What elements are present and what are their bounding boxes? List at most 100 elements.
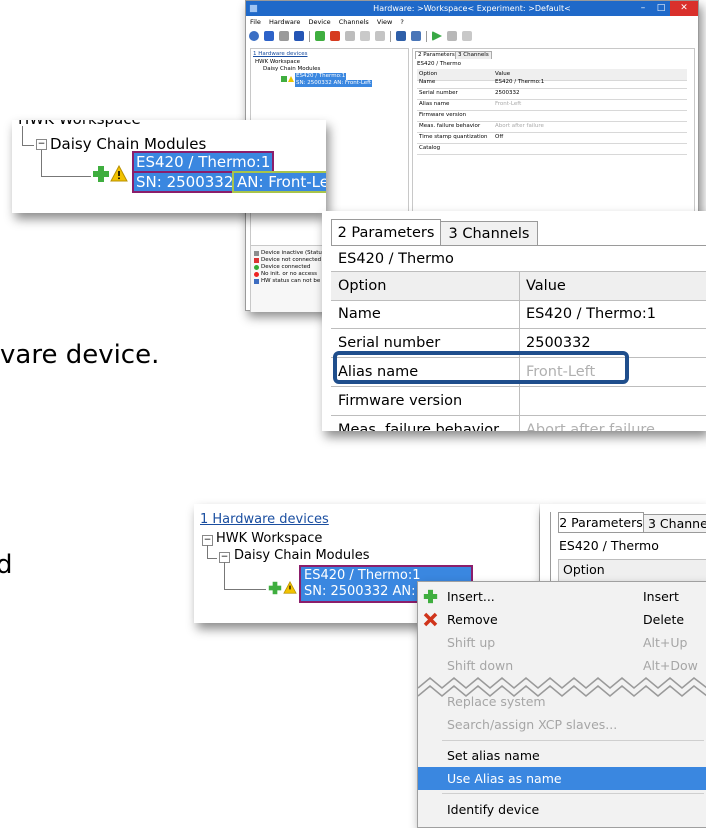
menu-device[interactable]: Device [308, 18, 330, 26]
row-value: Abort after failure [526, 422, 655, 431]
zoomed-tree: HWK Workspace − Daisy Chain Modules ES42… [12, 120, 326, 213]
warning-icon [283, 581, 297, 594]
tree-workspace[interactable]: HWK Workspace [216, 531, 322, 546]
menu-item-label: Use Alias as name [447, 771, 562, 786]
collapse-icon[interactable]: − [36, 139, 47, 150]
connected-icon [254, 265, 259, 270]
row-option: Time stamp quantization [419, 134, 488, 140]
warning-icon [288, 76, 294, 82]
context-menu: Insert... Insert Remove Delete Shift up … [417, 581, 706, 828]
config-icon[interactable] [411, 31, 421, 41]
menu-item-remove[interactable]: Remove Delete [418, 608, 706, 631]
row-value: ES420 / Thermo:1 [495, 79, 545, 85]
tab-parameters[interactable]: 2 Parameters [331, 219, 441, 246]
menu-help[interactable]: ? [400, 18, 403, 26]
row-option: Firmware version [338, 393, 463, 409]
row-value: Front-Left [495, 101, 522, 107]
legend-item: Device inactive (Statu [261, 250, 322, 256]
menu-item-use-alias[interactable]: Use Alias as name [418, 767, 706, 790]
tree-connector [22, 145, 34, 146]
menu-item-replace-system[interactable]: Replace system [418, 690, 706, 713]
paste-icon[interactable] [360, 31, 370, 41]
table-row[interactable]: Meas. failure behavior Abort after failu… [331, 416, 706, 431]
menu-item-label: Remove [447, 612, 498, 627]
pane-header[interactable]: 1 Hardware devices [253, 51, 307, 58]
tree-device-line2[interactable]: SN: 2500332 AN: Front-Left [295, 80, 373, 87]
tree-modules[interactable]: Daisy Chain Modules [234, 548, 370, 563]
device-name: ES420 / Thermo:1 [304, 568, 421, 583]
tree-connector [22, 126, 23, 146]
tab-channels[interactable]: 3 Channels [455, 51, 492, 59]
menu-channels[interactable]: Channels [339, 18, 369, 26]
zoomed-parameters: 2 Parameters 3 Channels ES420 / Thermo O… [322, 211, 706, 431]
row-option: Catalog [419, 145, 441, 151]
copy-icon[interactable] [345, 31, 355, 41]
table-row[interactable]: Name ES420 / Thermo:1 [331, 300, 706, 329]
tree-connector [41, 176, 91, 177]
search-icon[interactable] [249, 31, 259, 41]
sort-icon[interactable] [375, 31, 385, 41]
tree-modules[interactable]: Daisy Chain Modules [263, 66, 320, 73]
device-type: ES420 / Thermo [559, 538, 659, 553]
tree-modules[interactable]: Daisy Chain Modules [50, 135, 206, 153]
window-title: Hardware: >Workspace< Experiment: >Defau… [373, 4, 571, 13]
menu-item-shortcut: Delete [643, 612, 685, 627]
play-icon[interactable] [432, 31, 442, 41]
menu-item-insert[interactable]: Insert... Insert [418, 585, 706, 608]
table-row[interactable]: Catalog [417, 143, 687, 155]
menu-item-set-alias[interactable]: Set alias name [418, 744, 706, 767]
menu-item-shortcut: Alt+Up [643, 635, 688, 650]
pane-header[interactable]: 1 Hardware devices [200, 512, 329, 527]
device-alias[interactable]: AN: Front-Left [232, 171, 326, 193]
tree-device-line1[interactable]: ES420 / Thermo:1 [295, 73, 347, 80]
remove-icon [423, 612, 438, 627]
menu-item-search-xcp[interactable]: Search/assign XCP slaves... [418, 713, 706, 736]
menu-item-label: Replace system [447, 694, 546, 709]
device-type: ES420 / Thermo [338, 251, 454, 267]
table-header: Option Value [331, 271, 706, 301]
body-text-fragment-1: vare device. [0, 340, 160, 370]
menu-view[interactable]: View [377, 18, 392, 26]
maximize-button[interactable]: □ [652, 1, 670, 16]
plus-icon [281, 76, 287, 82]
device-serial[interactable]: SN: 2500332 [131, 171, 238, 193]
add-icon[interactable] [315, 31, 325, 41]
menu-item-label: Insert... [447, 589, 495, 604]
device-icon[interactable] [396, 31, 406, 41]
menu-file[interactable]: File [250, 18, 261, 26]
add-icon [423, 589, 438, 604]
device-name[interactable]: ES420 / Thermo:1 [131, 151, 275, 173]
tree-workspace[interactable]: HWK Workspace [18, 120, 141, 128]
tab-parameters[interactable]: 2 Parameters [558, 512, 644, 533]
menu-item-identify[interactable]: Identify device [418, 798, 706, 821]
info-icon[interactable] [294, 31, 304, 41]
refresh-icon[interactable] [264, 31, 274, 41]
close-button[interactable]: ✕ [670, 1, 698, 16]
menu-hardware[interactable]: Hardware [269, 18, 300, 26]
legend-item: Device not connected [261, 257, 322, 263]
stop-icon[interactable] [447, 31, 457, 41]
table-row[interactable]: Firmware version [331, 387, 706, 416]
menu-item-shift-up[interactable]: Shift up Alt+Up [418, 631, 706, 654]
device-plus-icon [93, 166, 109, 182]
minimize-button[interactable]: – [634, 1, 652, 16]
tool-icon[interactable] [462, 31, 472, 41]
tab-parameters[interactable]: 2 Parameters [415, 51, 458, 59]
app-icon [249, 4, 258, 13]
tab-channels[interactable]: 3 Channe [643, 514, 706, 533]
parameters-table: Option Value Name ES420 / Thermo:1 Seria… [417, 69, 687, 189]
tab-channels[interactable]: 3 Channels [440, 221, 538, 246]
row-option: Firmware version [419, 112, 467, 118]
menu-bar: File Hardware Device Channels View ? [246, 17, 698, 28]
row-option: Name [338, 306, 381, 322]
header-value: Value [526, 278, 566, 294]
menu-item-label: Search/assign XCP slaves... [447, 717, 618, 732]
menu-item-shortcut: Insert [643, 589, 679, 604]
network-icon[interactable] [279, 31, 289, 41]
no-access-icon [254, 272, 259, 277]
row-option: Meas. failure behavior [338, 422, 500, 431]
tree-workspace[interactable]: HWK Workspace [255, 59, 300, 66]
inactive-icon [254, 251, 259, 256]
remove-icon[interactable] [330, 31, 340, 41]
menu-item-label: Identify device [447, 802, 540, 817]
